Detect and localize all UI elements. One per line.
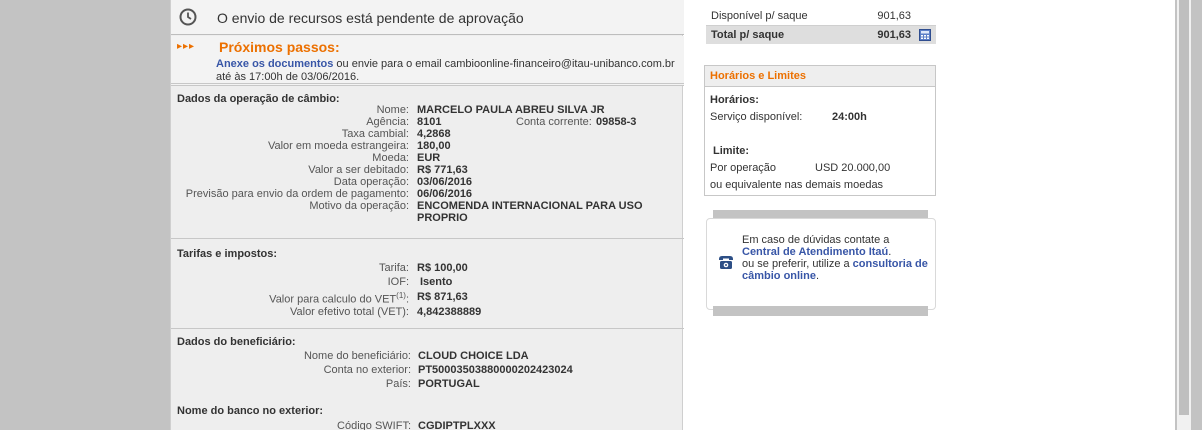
vet-total-label: Valor efetivo total (VET):: [289, 306, 409, 318]
hours-limits-title: Horários e Limites: [710, 70, 806, 82]
consultancy-link-part1[interactable]: consultoria de: [853, 258, 928, 270]
divider: [171, 328, 684, 329]
service-label: Serviço disponível:: [710, 111, 803, 123]
operation-name-label: Nome:: [376, 104, 409, 116]
currency-label: Moeda:: [372, 152, 409, 164]
fee-value: R$ 100,00: [417, 262, 468, 274]
account-label: Conta corrente:: [516, 116, 592, 128]
equivalent-text: ou equivalente nas demais moedas: [710, 179, 884, 191]
operation-date-value: 03/06/2016: [417, 176, 473, 188]
help-line-4: câmbio online.: [742, 270, 819, 282]
iof-value: Isento: [420, 276, 453, 288]
exchange-rate-value: 4,2868: [417, 128, 451, 140]
agency-label: Agência:: [366, 116, 409, 128]
vet-total-value: 4,842388889: [417, 306, 482, 318]
fee-label: Tarifa:: [379, 262, 409, 274]
available-value: 901,63: [877, 10, 911, 22]
beneficiary-section-title: Dados do beneficiário:: [177, 336, 296, 348]
total-label: Total p/ saque: [711, 29, 785, 41]
foreign-account-label: Conta no exterior:: [323, 364, 411, 376]
calculator-icon[interactable]: [919, 29, 931, 41]
help-line-3-text: ou se preferir, utilize a: [742, 258, 853, 270]
attach-documents-link[interactable]: Anexe os documentos: [216, 58, 333, 70]
operation-name-value: MARCELO PAULA ABREU SILVA JR: [417, 104, 605, 116]
foreign-amount-label: Valor em moeda estrangeira:: [267, 140, 409, 152]
swift-label: Código SWIFT:: [337, 420, 411, 430]
vet-calc-label: Valor para calculo do VET(1):: [269, 291, 409, 306]
debit-amount-value: R$ 771,63: [417, 164, 468, 176]
vet-calc-label-text: Valor para calculo do VET: [269, 293, 397, 306]
iof-label: IOF:: [387, 276, 409, 288]
available-label: Disponível p/ saque: [711, 10, 808, 22]
foreign-amount-value: 180,00: [417, 140, 451, 152]
account-value: 09858-3: [596, 116, 637, 128]
status-text: O envio de recursos está pendente de apr…: [217, 10, 524, 26]
vet-calc-value: R$ 871,63: [417, 291, 468, 303]
country-value: PORTUGAL: [418, 378, 480, 390]
help-line-2: Central de Atendimento Itaú.: [742, 246, 891, 258]
help-line-3: ou se preferir, utilize a consultoria de: [742, 258, 928, 270]
divider: [171, 238, 684, 239]
help-bottom-bar: [713, 306, 928, 316]
available-row: Disponível p/ saque 901,63: [706, 0, 936, 26]
phone-icon: [719, 256, 733, 269]
scrollbar-thumb[interactable]: [1179, 0, 1189, 415]
next-steps-instruction: Anexe os documentos ou envie para o emai…: [216, 58, 675, 70]
total-value: 901,63: [877, 29, 911, 41]
bank-section-title: Nome do banco no exterior:: [177, 405, 324, 417]
balance-summary: Disponível p/ saque 901,63 Total p/ saqu…: [706, 0, 936, 45]
support-center-period: .: [888, 246, 892, 258]
operation-date-label: Data operação:: [333, 176, 409, 188]
main-panel: O envio de recursos está pendente de apr…: [170, 0, 684, 430]
status-bar: O envio de recursos está pendente de apr…: [171, 0, 684, 35]
support-center-link[interactable]: Central de Atendimento Itaú: [742, 246, 888, 258]
beneficiary-name-value: CLOUD CHOICE LDA: [418, 350, 529, 362]
forecast-date-value: 06/06/2016: [417, 188, 473, 200]
hours-limits-header: Horários e Limites: [705, 66, 935, 87]
help-box: Em caso de dúvidas contate a Central de …: [706, 218, 936, 310]
clock-icon: [179, 8, 197, 26]
consultancy-period: .: [815, 270, 820, 282]
next-steps-title: Próximos passos:: [219, 39, 340, 55]
next-steps-deadline: até às 17:00h de 03/06/2016.: [216, 71, 360, 83]
vet-calc-colon: :: [405, 293, 409, 306]
service-value: 24:00h: [832, 111, 867, 123]
agency-value: 8101: [417, 116, 442, 128]
country-label: País:: [385, 378, 411, 390]
debit-amount-label: Valor a ser debitado:: [308, 164, 409, 176]
exchange-rate-label: Taxa cambial:: [341, 128, 409, 140]
operation-section-title: Dados da operação de câmbio:: [177, 93, 340, 105]
arrows-icon: ▸▸▸: [177, 41, 196, 52]
help-line-1: Em caso de dúvidas contate a: [742, 234, 890, 246]
next-steps: ▸▸▸ Próximos passos: Anexe os documentos…: [171, 36, 684, 86]
swift-value: CGDIPTPLXXX: [418, 420, 496, 430]
foreign-account-value: PT50003503880000202423024: [418, 364, 573, 376]
total-row: Total p/ saque 901,63: [706, 26, 936, 44]
per-operation-label: Por operação: [710, 162, 777, 174]
beneficiary-name-label: Nome do beneficiário:: [303, 350, 411, 362]
vet-footnote-marker: (1): [396, 291, 406, 300]
consultancy-link-part2[interactable]: câmbio online: [742, 270, 816, 282]
next-steps-email-text: ou envie para o email cambioonline-finan…: [333, 58, 675, 70]
reason-value: ENCOMENDA INTERNACIONAL PARA USO PROPRIO: [417, 200, 643, 224]
hours-label: Horários:: [710, 94, 759, 106]
currency-value: EUR: [417, 152, 441, 164]
hours-limits-panel: Horários e Limites Horários: Serviço dis…: [704, 65, 936, 196]
reason-label: Motivo da operação:: [309, 200, 409, 212]
left-background: [0, 0, 170, 430]
limit-label: Limite:: [713, 145, 750, 157]
fees-section-title: Tarifas e impostos:: [177, 248, 278, 260]
forecast-date-label: Previsão para envio da ordem de pagament…: [185, 188, 409, 200]
per-operation-value: USD 20.000,00: [815, 162, 891, 174]
